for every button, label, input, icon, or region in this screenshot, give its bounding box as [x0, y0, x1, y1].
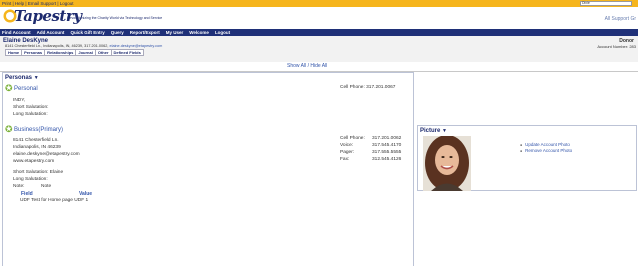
- search-input[interactable]: Dixie: [580, 1, 632, 6]
- account-tab-home[interactable]: Home: [6, 50, 23, 55]
- account-tab-other[interactable]: Other: [96, 50, 112, 55]
- support-link[interactable]: All Support Gr: [605, 16, 636, 22]
- business-note-value: Note: [41, 184, 52, 189]
- personal-line-1: INDY,: [13, 98, 26, 103]
- account-header: Elaine DesKyne 8141 Chesterfield Ln., In…: [0, 36, 638, 62]
- account-photo: [423, 136, 471, 191]
- photo-actions: Update Account Photo Remove Account Phot…: [520, 142, 572, 154]
- personal-short-salutation: Short Salutation:: [13, 105, 49, 110]
- account-address: 8141 Chesterfield Ln., Indianapolis, IN,…: [5, 44, 162, 48]
- update-account-photo-link[interactable]: Update Account Photo: [520, 142, 572, 147]
- nav-add-account[interactable]: Add Account: [37, 30, 65, 35]
- account-address-text: 8141 Chesterfield Ln., Indianapolis, IN,…: [5, 44, 110, 48]
- business-phone-value: 317.555.5555: [372, 150, 402, 155]
- nav-query[interactable]: Query: [111, 30, 124, 35]
- account-tabs: Home Personas Relationships Journal Othe…: [5, 49, 144, 56]
- business-website[interactable]: www.etapestry.com: [13, 159, 54, 164]
- business-phone-label: Pager:: [340, 150, 355, 155]
- account-tab-defined-fields[interactable]: Defined Fields: [112, 50, 143, 55]
- account-tab-personas[interactable]: Personas: [22, 50, 46, 55]
- app-header: Tapestry Revolutionizing the Charity Wor…: [0, 7, 638, 36]
- picture-panel: Picture ▼ Update Account Photo Remove Ac…: [417, 125, 637, 191]
- business-email[interactable]: elaine.deskyne@etapestry.com: [13, 152, 80, 157]
- business-phone-value: 317.545.4170: [372, 143, 402, 148]
- defined-field-row: UDF Test for Home page UDF 1: [20, 198, 89, 203]
- nav-report-export[interactable]: Report/Export: [130, 30, 160, 35]
- personal-cell-phone: Cell Phone: 317.201.0067: [340, 85, 396, 90]
- personas-panel-header[interactable]: Personas ▼: [5, 75, 39, 81]
- business-address-line-1: 8141 Chesterfield Ln.: [13, 138, 59, 143]
- top-utility-bar: Print | Help | Email Support | Logout Di…: [0, 0, 638, 7]
- nav-quick-gift-entry[interactable]: Quick Gift Entry: [70, 30, 104, 35]
- picture-panel-title: Picture: [420, 128, 441, 134]
- chevron-down-icon[interactable]: ▼: [34, 75, 39, 81]
- account-tab-relationships[interactable]: Relationships: [45, 50, 77, 55]
- nav-find-account[interactable]: Find Account: [2, 30, 31, 35]
- business-phone-label: Fax:: [340, 157, 350, 162]
- business-address-line-2: Indianapolis, IN 46239: [13, 145, 61, 150]
- business-short-salutation: Short Salutation: Elaine: [13, 170, 64, 175]
- persona-star-icon: ✪: [5, 83, 13, 93]
- account-email-link[interactable]: elaine.deskyne@etapestry.com: [110, 44, 163, 48]
- account-photo-image: [423, 136, 471, 191]
- chevron-down-icon[interactable]: ▼: [442, 128, 447, 134]
- business-phone-label: Voice:: [340, 143, 354, 148]
- account-number: Account Number: 283: [597, 44, 636, 49]
- persona-business-title[interactable]: Business(Primary): [14, 127, 63, 133]
- remove-account-photo-link[interactable]: Remove Account Photo: [520, 148, 572, 153]
- business-note-label: Note:: [13, 184, 25, 189]
- business-phone-label: Cell Phone:: [340, 136, 365, 141]
- persona-star-icon: ✪: [5, 124, 13, 134]
- business-phone-value: 317.201.0062: [372, 136, 402, 141]
- account-tab-journal[interactable]: Journal: [76, 50, 96, 55]
- defined-value-header: Value: [79, 191, 93, 197]
- personas-panel: Personas ▼ ✪ Personal INDY, Short Saluta…: [2, 72, 414, 266]
- show-all-hide-all-link[interactable]: Show All / Hide All: [287, 63, 327, 69]
- nav-logout[interactable]: Logout: [215, 30, 230, 35]
- utility-links[interactable]: Print | Help | Email Support | Logout: [2, 1, 74, 6]
- personas-panel-title: Personas: [5, 75, 33, 81]
- nav-welcome[interactable]: Welcome: [189, 30, 209, 35]
- business-long-salutation: Long Salutation:: [13, 177, 48, 182]
- defined-field-header: Field: [21, 191, 33, 197]
- business-phone-value: 312.545.4126: [372, 157, 402, 162]
- sub-navigation: Find Account Add Account Quick Gift Entr…: [0, 29, 638, 36]
- persona-personal-title[interactable]: Personal: [14, 86, 38, 92]
- personal-long-salutation: Long Salutation:: [13, 112, 48, 117]
- app-tagline: Revolutionizing the Charity World via Te…: [67, 16, 163, 20]
- nav-my-user[interactable]: My User: [166, 30, 184, 35]
- picture-panel-header[interactable]: Picture ▼: [420, 128, 447, 134]
